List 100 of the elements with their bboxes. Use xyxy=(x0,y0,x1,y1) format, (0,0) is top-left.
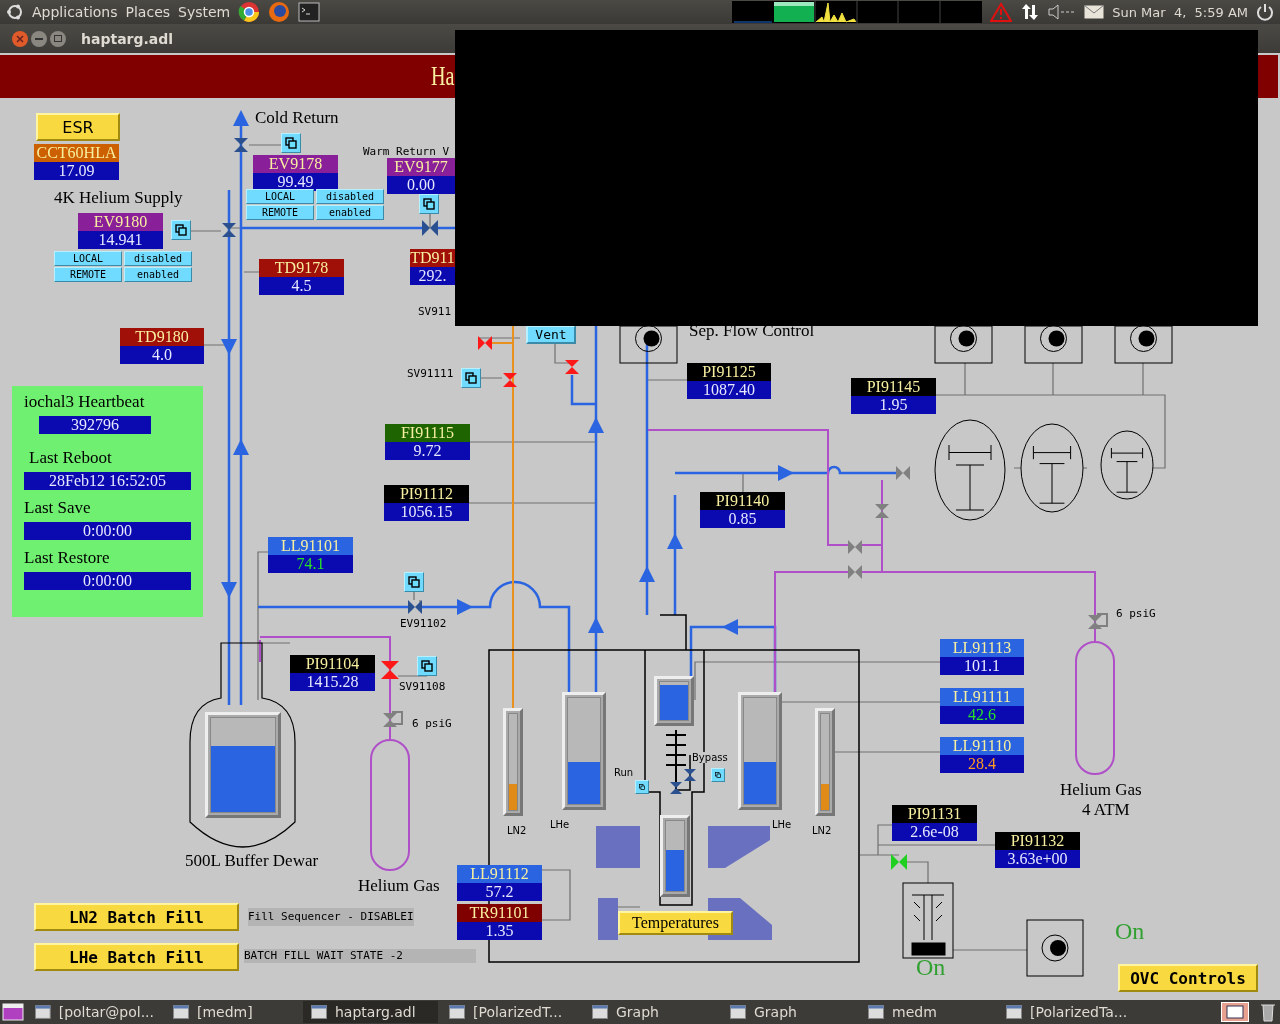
overlapping-squares-icon xyxy=(423,198,435,210)
pump-icon xyxy=(1114,325,1173,364)
action-button[interactable]: ESR xyxy=(36,113,120,141)
diagram-label: 4K Helium Supply xyxy=(54,188,183,208)
valve-icon xyxy=(503,373,517,387)
pump-icon xyxy=(1024,325,1083,364)
channel-name: PI91145 xyxy=(851,378,936,396)
terminal-icon[interactable] xyxy=(298,2,321,22)
panel-menu[interactable]: Applications xyxy=(32,4,118,20)
taskbar-item[interactable]: medm xyxy=(860,1001,995,1023)
related-display-button[interactable] xyxy=(419,194,439,214)
panel-menu[interactable]: Places xyxy=(125,4,171,20)
flow-arrow-icon xyxy=(457,599,473,615)
close-button[interactable] xyxy=(12,30,28,47)
mode-button[interactable]: enabled xyxy=(316,205,384,220)
flow-arrow-icon xyxy=(639,566,655,582)
valve-icon xyxy=(875,504,889,518)
channel-name: PI91131 xyxy=(892,805,977,823)
mode-button[interactable]: disabled xyxy=(316,189,384,204)
diagram-label: 6 psiG xyxy=(412,717,452,730)
channel-value: 14.941 xyxy=(78,231,163,249)
flow-arrow-icon xyxy=(221,582,237,598)
status-message: BATCH FILL WAIT STATE -2 xyxy=(244,949,476,963)
channel-name: CCT60HLA xyxy=(34,144,119,162)
channel-name: PI91125 xyxy=(687,363,771,381)
diagram-label: Run xyxy=(614,767,634,778)
channel-value: 74.1 xyxy=(268,555,353,573)
mode-button[interactable]: disabled xyxy=(124,251,192,266)
heartbeat-value: 0:00:00 xyxy=(24,522,191,540)
diagram-label: 500L Buffer Dewar xyxy=(185,851,319,871)
speaker-icon[interactable] xyxy=(1048,4,1077,20)
channel-value: 0.85 xyxy=(700,510,785,528)
diagram-label: LN2 xyxy=(507,825,527,836)
panel-menu[interactable]: System xyxy=(178,4,231,20)
taskbar-item[interactable]: haptarg.adl xyxy=(303,1001,438,1023)
channel-name: EV9178 xyxy=(253,155,338,173)
pump-icon xyxy=(1026,919,1084,977)
heartbeat-value: 28Feb12 16:52:05 xyxy=(24,472,191,490)
related-display-button[interactable] xyxy=(461,368,481,388)
diagram-label: SV911 xyxy=(418,305,452,318)
maximize-button[interactable] xyxy=(50,30,66,47)
compressor-icon xyxy=(934,419,1006,521)
diagram-label: LHe xyxy=(772,819,792,830)
heartbeat-value: 0:00:00 xyxy=(24,572,191,590)
action-button[interactable]: LN2 Batch Fill xyxy=(34,903,239,931)
channel-value: 0.00 xyxy=(387,176,455,194)
related-display-button[interactable] xyxy=(417,656,437,676)
flow-arrow-icon xyxy=(588,617,604,633)
valve-icon xyxy=(383,713,397,727)
mode-button[interactable]: REMOTE xyxy=(54,267,122,282)
taskbar-item[interactable]: [poltar@pol... xyxy=(27,1001,162,1023)
channel-name: TD911 xyxy=(410,249,455,267)
taskbar-item[interactable]: [PolarizedT... xyxy=(441,1001,581,1023)
taskbar-item[interactable]: [medm] xyxy=(165,1001,300,1023)
taskbar-item[interactable]: Graph xyxy=(722,1001,857,1023)
circle-logo-icon[interactable] xyxy=(6,3,24,21)
minimize-button[interactable] xyxy=(31,30,47,47)
pump-icon xyxy=(619,325,678,364)
related-display-button[interactable] xyxy=(711,768,725,782)
clock-text[interactable]: Sun Mar 4, 5:59 AM xyxy=(1112,4,1248,20)
valve-icon xyxy=(1088,615,1102,629)
channel-value: 292. xyxy=(410,267,455,285)
flow-arrow-icon xyxy=(778,465,794,481)
channel-name: PI91132 xyxy=(995,832,1080,850)
channel-value: 4.5 xyxy=(259,277,344,295)
network-arrows-icon[interactable] xyxy=(1020,2,1041,22)
valve-icon xyxy=(684,769,696,781)
mode-button[interactable]: REMOTE xyxy=(246,205,314,220)
power-icon[interactable] xyxy=(1256,3,1274,21)
mode-button[interactable]: enabled xyxy=(124,267,192,282)
workspace-icon[interactable] xyxy=(1221,1002,1249,1022)
channel-name: PI91104 xyxy=(290,655,375,673)
mode-button[interactable]: LOCAL xyxy=(246,189,314,204)
window-icon xyxy=(173,1005,189,1019)
show-desktop-icon[interactable] xyxy=(2,1003,24,1021)
browser-icon[interactable] xyxy=(238,1,261,23)
valve-icon xyxy=(222,223,236,237)
diagram-label: Bypass xyxy=(692,752,728,763)
related-display-button[interactable] xyxy=(171,220,191,240)
valve-icon xyxy=(478,336,492,350)
taskbar-item[interactable]: Graph xyxy=(584,1001,719,1023)
envelope-icon[interactable] xyxy=(1084,5,1105,19)
channel-name: PI91112 xyxy=(384,485,469,503)
related-display-button[interactable] xyxy=(404,572,424,592)
diagram-label: EV91102 xyxy=(400,617,447,630)
action-button[interactable]: Temperatures xyxy=(618,911,733,935)
system-monitor-icon[interactable] xyxy=(732,1,983,23)
action-button[interactable]: LHe Batch Fill xyxy=(34,943,239,971)
channel-name: TD9178 xyxy=(259,259,344,277)
trash-icon[interactable] xyxy=(1260,1002,1276,1022)
related-display-button[interactable] xyxy=(281,133,301,153)
taskbar-item[interactable]: [PolarizedTa... xyxy=(998,1001,1138,1023)
diagram-label: Cold Return xyxy=(255,108,339,128)
overlapping-squares-icon xyxy=(421,660,433,672)
mode-button[interactable]: LOCAL xyxy=(54,251,122,266)
action-button[interactable]: OVC Controls xyxy=(1118,964,1258,992)
window-icon xyxy=(868,1005,884,1019)
related-display-button[interactable] xyxy=(635,780,649,794)
window-icon xyxy=(311,1005,327,1019)
status-message: Fill Sequencer - DISABLEI xyxy=(248,908,414,926)
